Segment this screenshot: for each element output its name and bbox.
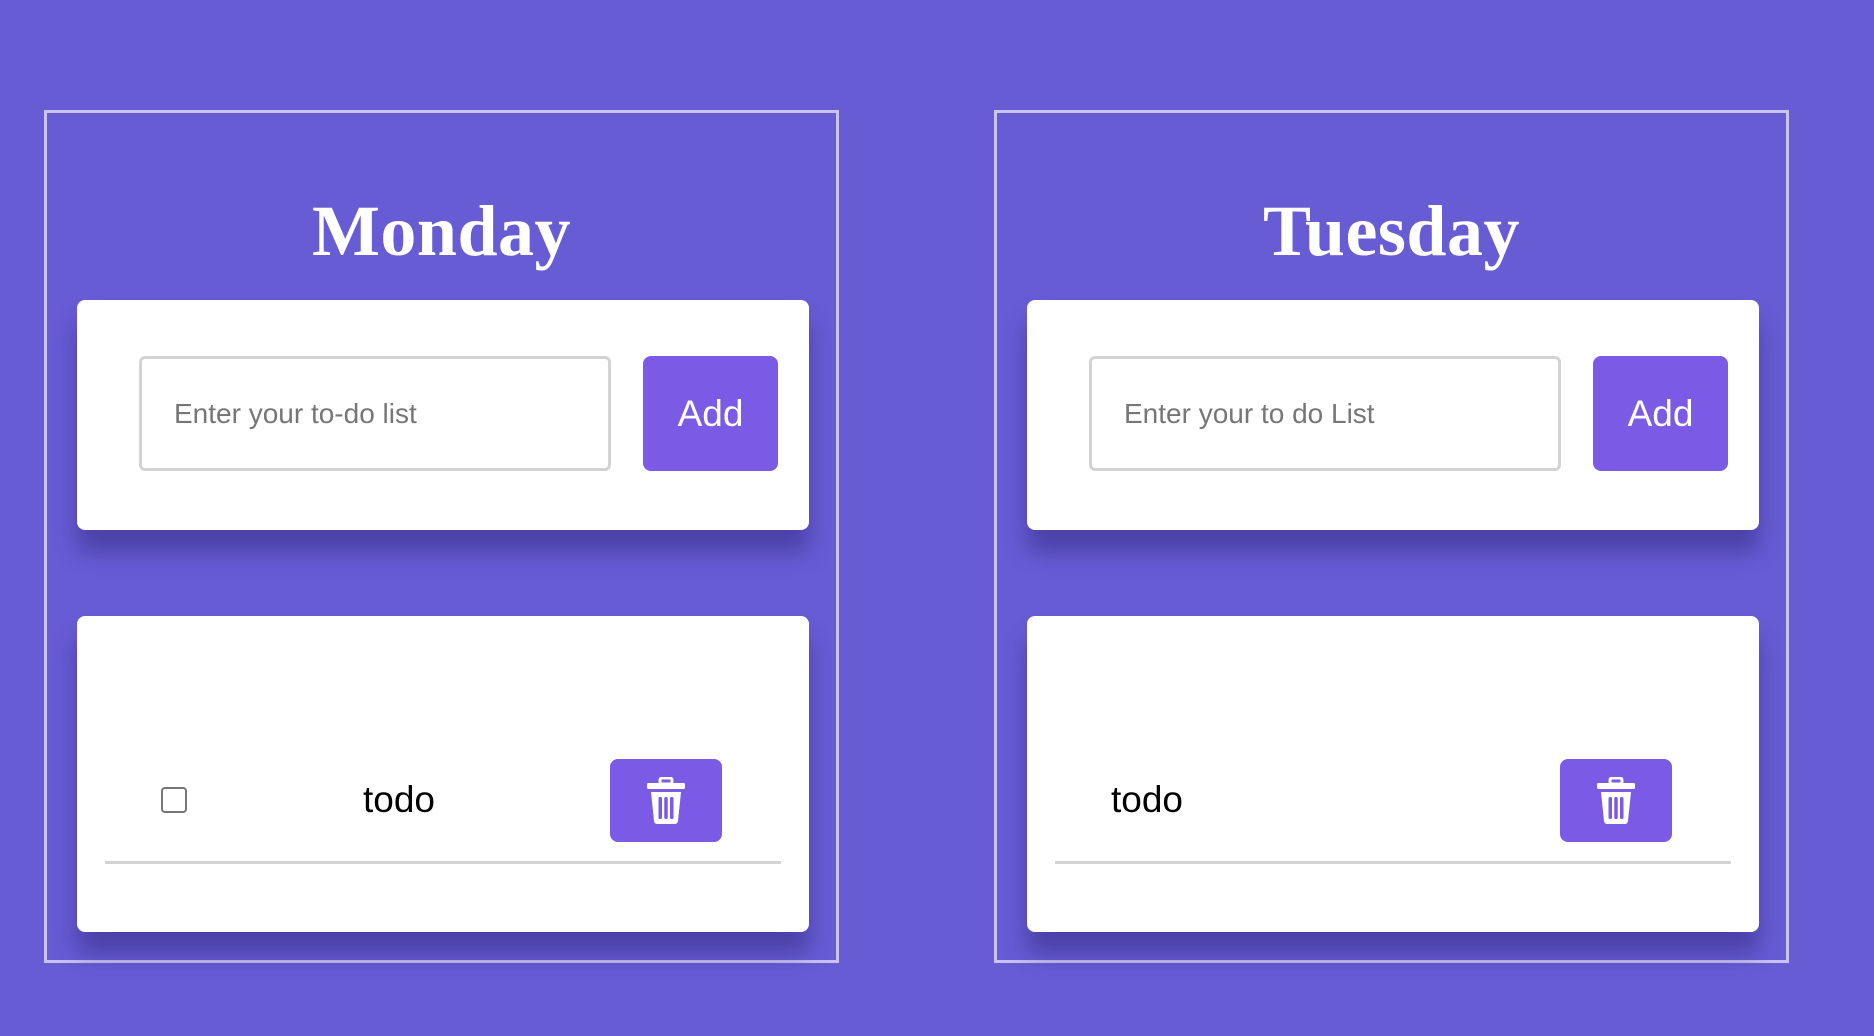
todo-checkbox[interactable]: [161, 787, 187, 813]
trash-icon: [1597, 776, 1635, 824]
todo-input[interactable]: [139, 356, 611, 471]
add-button[interactable]: Add: [1593, 356, 1728, 471]
day-column-monday: Monday Add todo: [44, 110, 839, 963]
day-title: Monday: [311, 191, 572, 271]
delete-button[interactable]: [610, 759, 722, 842]
todo-list-card: todo: [1027, 616, 1759, 932]
todo-item: todo: [1055, 759, 1731, 864]
todo-input[interactable]: [1089, 356, 1561, 471]
todo-item: todo: [105, 759, 781, 864]
todo-text: todo: [363, 779, 436, 820]
trash-icon: [647, 776, 685, 824]
day-column-tuesday: Tuesday Add todo: [994, 110, 1789, 963]
delete-button[interactable]: [1560, 759, 1672, 842]
day-title: Tuesday: [1263, 191, 1520, 271]
todo-input-card: Add: [77, 300, 809, 530]
add-button[interactable]: Add: [643, 356, 778, 471]
todo-text: todo: [1111, 779, 1184, 820]
todo-list-card: todo: [77, 616, 809, 932]
todo-input-card: Add: [1027, 300, 1759, 530]
